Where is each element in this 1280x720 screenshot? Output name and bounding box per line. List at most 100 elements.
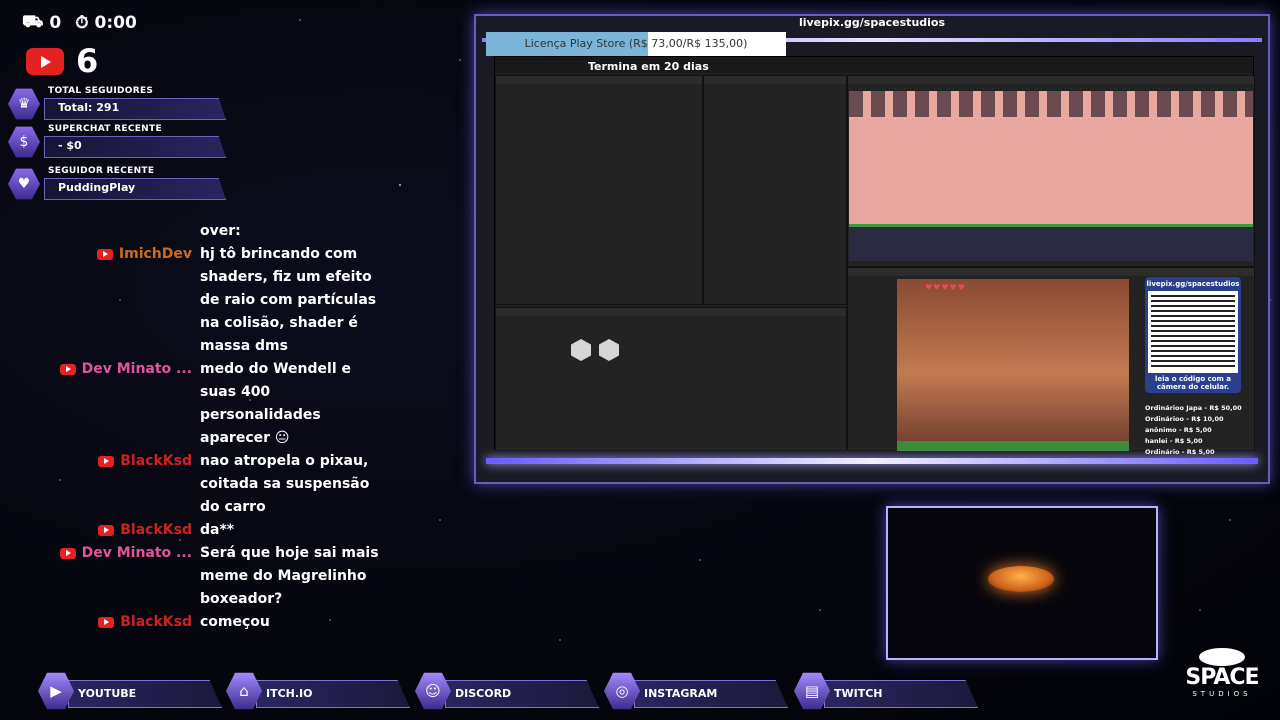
inspector-pane (495, 75, 703, 305)
social-itchio[interactable]: ⌂ ITCH.IO (226, 672, 411, 712)
social-twitch[interactable]: ▤ TWITCH (794, 672, 979, 712)
donor-entry: Ordinárioo Japa - R$ 50,00 (1145, 404, 1242, 412)
crown-icon: ♛ (8, 88, 40, 120)
hierarchy-pane (703, 75, 847, 305)
panel-value: Total: 291 (58, 101, 120, 114)
chat-username: Dev Minato ... (81, 361, 192, 377)
chat-message: BlackKsd começou (60, 611, 390, 634)
chat-message: Dev Minato ... Será que hoje sai mais me… (59, 542, 390, 611)
panel-value: PuddingPlay (58, 181, 136, 194)
social-label: YOUTUBE (78, 687, 137, 700)
pane-header (704, 76, 846, 84)
frame-glow (486, 458, 1258, 464)
chat-text: hj tô brincando com shaders, fiz um efei… (200, 246, 377, 354)
youtube-icon (96, 249, 113, 260)
donor-list: Ordinárioo Japa - R$ 50,00 Ordinárioo - … (1145, 403, 1242, 458)
chat-message: ImichDev hj tô brincando com shaders, fi… (60, 243, 390, 358)
chat-author: ImichDev (60, 243, 200, 358)
pane-header (496, 308, 846, 316)
pane-header (496, 76, 702, 84)
brand-sub: STUDIOS (1192, 690, 1252, 698)
social-label: ITCH.IO (266, 687, 313, 700)
youtube-icon (98, 456, 115, 467)
chat-author: BlackKsd (60, 611, 200, 634)
likes-count: 0 (49, 13, 62, 33)
webcam-frame (886, 506, 1158, 660)
pane-header (848, 268, 1254, 276)
stopwatch-icon: ⏱ (75, 13, 89, 33)
hearts-icon: ♥♥♥♥♥ (925, 283, 966, 292)
game-view: ♥♥♥♥♥ (897, 279, 1129, 451)
youtube-icon (59, 548, 76, 559)
chat-author: Dev Minato ... (59, 542, 200, 611)
ufo-logo-icon (988, 566, 1054, 592)
chat-message: over: (60, 220, 390, 243)
chat-username: Dev Minato ... (81, 545, 192, 561)
qr-caption: leia o código com a câmera do celular. (1155, 375, 1231, 391)
social-youtube[interactable]: ▶ YOUTUBE (38, 672, 223, 712)
money-bag-icon: $ (8, 126, 40, 158)
screen-capture-frame: livepix.gg/spacestudios ♥♥♥♥♥ livepix.gg… (474, 14, 1270, 484)
youtube-icon (98, 617, 115, 628)
social-instagram[interactable]: ◎ INSTAGRAM (604, 672, 789, 712)
donation-url: livepix.gg/spacestudios (798, 16, 946, 29)
social-label: DISCORD (455, 687, 512, 700)
panel-value: - $0 (58, 139, 82, 152)
panel-title: SEGUIDOR RECENTE (48, 166, 155, 176)
cart-icon: ⛟ (22, 12, 44, 32)
viewer-count: 6 (76, 42, 99, 80)
chat-text: medo do Wendell e suas 400 personalidade… (200, 361, 351, 446)
social-label: INSTAGRAM (644, 687, 718, 700)
youtube-icon (59, 364, 76, 375)
chat-text: nao atropela o pixau, coitada sa suspens… (200, 453, 370, 515)
chat-text: começou (200, 614, 270, 630)
unity-editor: ♥♥♥♥♥ livepix.gg/spacestudios leia o cód… (494, 56, 1255, 456)
live-chat: over: ImichDev hj tô brincando com shade… (59, 220, 390, 634)
scene-view (849, 91, 1253, 261)
chat-username: BlackKsd (120, 614, 192, 630)
panel-recent-follower: ♥ SEGUIDOR RECENTE PuddingPlay (8, 166, 228, 202)
panel-title: TOTAL SEGUIDORES (48, 86, 154, 96)
youtube-icon (98, 525, 115, 536)
social-discord[interactable]: ☺ DISCORD (415, 672, 600, 712)
donor-entry: Ordinárioo - R$ 10,00 (1145, 415, 1224, 423)
scene-trees (849, 91, 1253, 117)
pane-header (848, 76, 1254, 84)
chat-username: ImichDev (118, 246, 192, 262)
panel-recent-superchat: $ SUPERCHAT RECENTE - $0 (8, 124, 228, 160)
likes-stat: ⛟ 0 (22, 12, 61, 34)
space-studios-logo: SPACE STUDIOS (1172, 648, 1272, 698)
chat-username: BlackKsd (120, 522, 192, 538)
chat-message: BlackKsd da** (60, 519, 390, 542)
chat-author: BlackKsd (60, 450, 200, 519)
chat-text: da** (200, 522, 235, 538)
chat-author: BlackKsd (60, 519, 200, 542)
donor-entry: hanlei - R$ 5,00 (1145, 437, 1203, 445)
donation-goal-bar: Licença Play Store (R$ 73,00/R$ 135,00) (486, 32, 786, 56)
chat-message: Dev Minato ... medo do Wendell e suas 40… (59, 358, 390, 450)
heart-icon: ♥ (8, 168, 40, 200)
donor-entry: Ordinário - R$ 5,00 (1145, 448, 1215, 456)
panel-total-followers: ♛ TOTAL SEGUIDORES Total: 291 (8, 86, 228, 122)
panel-title: SUPERCHAT RECENTE (48, 124, 162, 134)
chat-username: BlackKsd (120, 453, 192, 469)
qr-url: livepix.gg/spacestudios (1146, 280, 1240, 288)
timer-stat: ⏱ 0:00 (75, 12, 137, 34)
chat-author: Dev Minato ... (59, 358, 200, 450)
chat-text: Será que hoje sai mais meme do Magrelinh… (200, 545, 379, 607)
youtube-viewers: 6 (26, 42, 98, 80)
youtube-icon (26, 47, 64, 75)
donor-entry: anônimo - R$ 5,00 (1145, 426, 1212, 434)
chat-text: over: (200, 223, 241, 239)
timer-value: 0:00 (94, 13, 137, 33)
qr-card: livepix.gg/spacestudios leia o código co… (1145, 277, 1241, 393)
top-stats: ⛟ 0 ⏱ 0:00 (22, 12, 137, 34)
scene-ground (849, 224, 1253, 261)
goal-label: Licença Play Store (R$ 73,00/R$ 135,00) (524, 37, 748, 50)
brand-name: SPACE (1185, 665, 1259, 690)
qr-code-icon (1148, 291, 1238, 373)
chat-author (60, 220, 200, 243)
game-floor (897, 441, 1129, 451)
goal-deadline: Termina em 20 dias (588, 60, 709, 73)
ufo-icon (1199, 648, 1245, 666)
